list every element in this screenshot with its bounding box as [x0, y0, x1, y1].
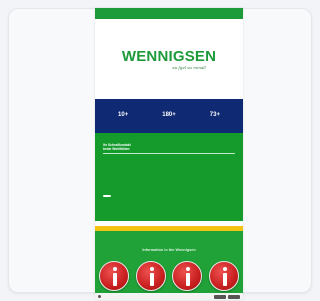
info-icon[interactable] — [99, 261, 129, 291]
info-section: Information in the Wennigsen — [95, 231, 243, 300]
logo-area[interactable]: WENNIGSEN au fgel su mmall — [95, 19, 243, 99]
cookie-banner — [95, 293, 243, 300]
stat-value: 180+ — [162, 112, 176, 118]
info-icon[interactable] — [135, 261, 166, 291]
cookie-icon — [98, 295, 101, 298]
stat-item: 10+ — [118, 112, 128, 120]
intro-section: Ihr Schnellkontakt beste Wohlfühlen — [95, 133, 243, 221]
stats-banner: 10+ 180+ 73+ — [95, 99, 243, 133]
info-heading: Information in the Wennigsen — [142, 248, 196, 252]
info-icon[interactable] — [172, 261, 203, 291]
stat-value: 73+ — [209, 112, 220, 118]
website-preview: WENNIGSEN au fgel su mmall 10+ 180+ 73+ … — [95, 8, 243, 300]
intro-more-button[interactable] — [103, 195, 111, 197]
stat-item: 73+ — [210, 112, 220, 120]
cookie-settings-button[interactable] — [214, 294, 226, 299]
site-logo[interactable]: WENNIGSEN — [122, 49, 216, 64]
intro-divider — [103, 153, 235, 155]
info-icon-row — [99, 261, 239, 291]
stat-item: 180+ — [162, 112, 176, 120]
info-icon[interactable] — [208, 261, 239, 291]
cookie-accept-button[interactable] — [228, 294, 240, 299]
stat-value: 10+ — [118, 112, 129, 118]
site-tagline: au fgel su mmall — [172, 64, 206, 70]
top-bar — [95, 8, 243, 19]
intro-title-line-2: beste Wohlfühlen — [103, 147, 130, 152]
